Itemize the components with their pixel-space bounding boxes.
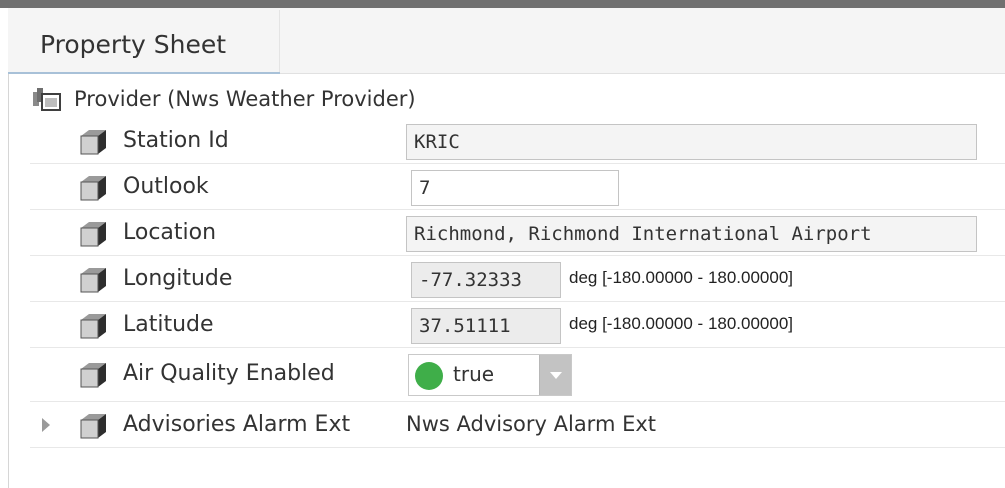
station-id-field[interactable]: KRIC bbox=[406, 124, 977, 160]
property-label: Outlook bbox=[123, 174, 209, 199]
provider-row[interactable]: Provider (Nws Weather Provider) bbox=[30, 84, 1005, 116]
property-cube-icon bbox=[80, 414, 106, 439]
property-cube-icon bbox=[80, 314, 106, 339]
property-row-latitude: Latitude 37.51111 deg [-180.00000 - 180.… bbox=[30, 302, 1005, 348]
tab-property-sheet[interactable]: Property Sheet bbox=[24, 10, 280, 74]
status-true-dot-icon bbox=[415, 362, 443, 390]
provider-label: Provider (Nws Weather Provider) bbox=[74, 87, 416, 111]
location-field[interactable]: Richmond, Richmond International Airport bbox=[406, 216, 977, 252]
window-top-border bbox=[0, 0, 1005, 8]
air-quality-enabled-dropdown[interactable]: true bbox=[408, 354, 572, 396]
property-label: Latitude bbox=[123, 312, 214, 337]
longitude-units: deg [-180.00000 - 180.00000] bbox=[569, 268, 794, 287]
property-cube-icon bbox=[80, 222, 106, 247]
property-label: Longitude bbox=[123, 266, 233, 291]
property-row-station-id: Station Id KRIC bbox=[30, 118, 1005, 164]
latitude-units: deg [-180.00000 - 180.00000] bbox=[569, 314, 794, 333]
tab-label: Property Sheet bbox=[40, 30, 227, 59]
longitude-field[interactable]: -77.32333 bbox=[411, 262, 561, 298]
property-cube-icon bbox=[80, 363, 106, 388]
property-label: Advisories Alarm Ext bbox=[123, 412, 351, 437]
tab-active-indicator bbox=[8, 72, 280, 74]
property-cube-icon bbox=[80, 130, 106, 155]
property-cube-icon bbox=[80, 176, 106, 201]
property-row-outlook: Outlook 7 bbox=[30, 164, 1005, 210]
property-row-air-quality-enabled: Air Quality Enabled true bbox=[30, 348, 1005, 402]
property-cube-icon bbox=[80, 268, 106, 293]
expand-arrow-icon[interactable] bbox=[42, 418, 50, 432]
property-row-advisories-alarm-ext[interactable]: Advisories Alarm Ext Nws Advisory Alarm … bbox=[30, 402, 1005, 448]
property-label: Location bbox=[123, 220, 217, 245]
dropdown-selected-value: true bbox=[453, 362, 495, 386]
property-label: Station Id bbox=[123, 128, 229, 153]
outlook-field[interactable]: 7 bbox=[411, 170, 619, 206]
provider-component-icon bbox=[33, 88, 61, 111]
property-row-location: Location Richmond, Richmond Internationa… bbox=[30, 210, 1005, 256]
chevron-down-icon[interactable] bbox=[539, 355, 571, 395]
latitude-field[interactable]: 37.51111 bbox=[411, 308, 561, 344]
property-row-longitude: Longitude -77.32333 deg [-180.00000 - 18… bbox=[30, 256, 1005, 302]
advisories-alarm-ext-value: Nws Advisory Alarm Ext bbox=[406, 412, 657, 436]
property-label: Air Quality Enabled bbox=[123, 361, 335, 386]
